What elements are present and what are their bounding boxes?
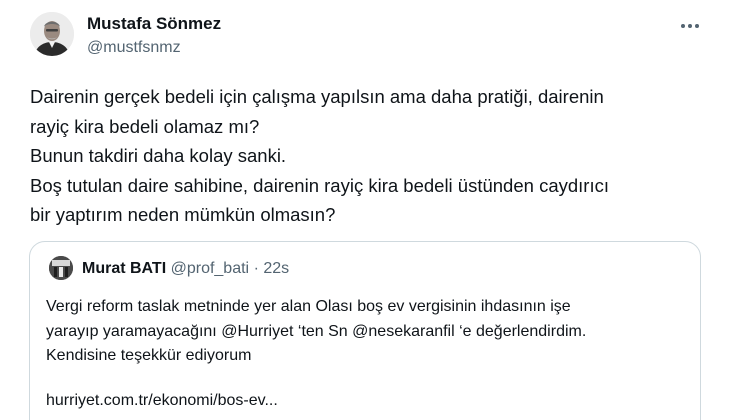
quoted-text-line: Vergi reform taslak metninde yer alan Ol… <box>46 298 571 315</box>
separator-dot: · <box>253 260 259 277</box>
more-horizontal-icon <box>681 24 699 28</box>
author-info: Mustafa Sönmez @mustfsnmz <box>87 13 221 59</box>
quoted-avatar[interactable] <box>49 256 73 280</box>
user-handle[interactable]: @mustfsnmz <box>87 37 221 59</box>
quoted-link[interactable]: hurriyet.com.tr/ekonomi/bos-ev... <box>46 389 278 413</box>
display-name[interactable]: Mustafa Sönmez <box>87 13 221 35</box>
tweet-text-line: Boş tutulan daire sahibine, dairenin ray… <box>30 174 609 196</box>
tweet-text-line: bir yaptırım neden mümkün olmasın? <box>30 204 336 225</box>
more-options-button[interactable] <box>676 12 704 40</box>
avatar[interactable] <box>30 12 74 56</box>
quoted-author-photo <box>49 256 73 280</box>
tweet-text-line: rayiç kira bedeli olamaz mı? <box>30 115 260 137</box>
quoted-tweet[interactable]: Murat BATI @prof_bati · 22s Vergi reform… <box>29 241 701 420</box>
quoted-timestamp[interactable]: 22s <box>263 260 289 277</box>
quoted-text-line: yarayıp yaramayacağını @Hurriyet ‘ten Sn… <box>46 322 587 340</box>
quoted-text: Vergi reform taslak metninde yer alan Ol… <box>46 295 696 369</box>
tweet: Mustafa Sönmez @mustfsnmz Dairenin gerçe… <box>0 0 730 420</box>
quoted-user-handle[interactable]: @prof_bati <box>171 260 250 277</box>
quoted-display-name[interactable]: Murat BATI <box>82 260 166 277</box>
quoted-text-line: Kendisine teşekkür ediyorum <box>46 347 252 364</box>
tweet-text-line: Bunun takdiri daha kolay sanki. <box>30 145 287 166</box>
tweet-text: Dairenin gerçek bedeli için çalışma yapı… <box>30 82 710 230</box>
quoted-author-info: Murat BATI @prof_bati · 22s <box>82 258 289 280</box>
author-photo <box>30 12 74 56</box>
tweet-text-line: Dairenin gerçek bedeli için çalışma yapı… <box>30 86 604 107</box>
